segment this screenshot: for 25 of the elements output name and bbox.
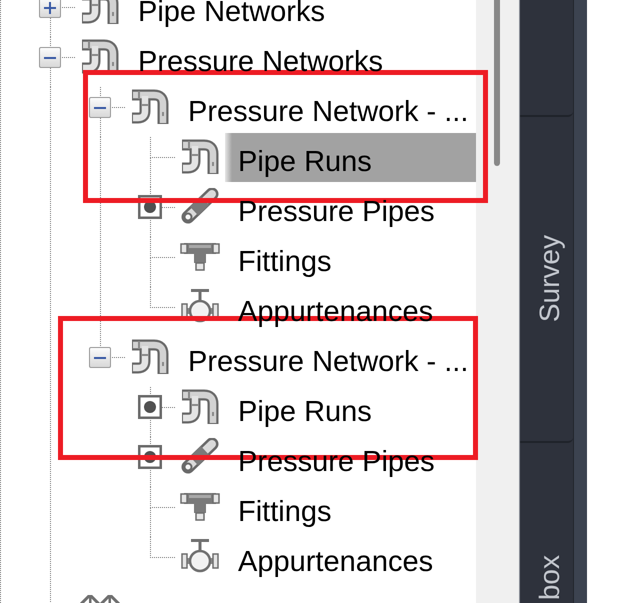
pipe-bend-icon: [80, 38, 120, 75]
tree-item[interactable]: Pressure Pipes: [225, 183, 476, 232]
tree-item[interactable]: Pressure Networks: [125, 33, 476, 82]
pipe-segment-icon: [180, 438, 220, 475]
expander-button[interactable]: [89, 97, 111, 118]
valve-icon: [180, 538, 220, 575]
tree-item[interactable]: Fittings: [225, 483, 476, 532]
tree-item[interactable]: Pipe Networks: [125, 0, 476, 32]
tree-item[interactable]: Pressure Network - ...: [175, 83, 476, 132]
tree-item[interactable]: Appurtenances: [225, 533, 476, 582]
tree-item[interactable]: Pressure Network - ...: [175, 333, 476, 382]
expander-button[interactable]: [39, 0, 61, 18]
expander-button[interactable]: [89, 347, 111, 368]
pipe-segment-icon: [180, 188, 220, 225]
pipe-bend-icon: [130, 338, 170, 375]
tree-item[interactable]: Pipe Runs: [225, 383, 476, 432]
scrollbar-thumb[interactable]: [494, 0, 500, 166]
expander-button[interactable]: [39, 47, 61, 68]
plus-icon: [44, 2, 56, 14]
pipe-bend-icon: [180, 388, 220, 425]
pipe-bend-icon: [180, 138, 220, 175]
valve-icon: [180, 288, 220, 325]
tree-item[interactable]: Fittings: [225, 233, 476, 282]
pipe-bend-icon: [130, 88, 170, 125]
tree-item[interactable]: Pipe Runs: [225, 133, 476, 182]
